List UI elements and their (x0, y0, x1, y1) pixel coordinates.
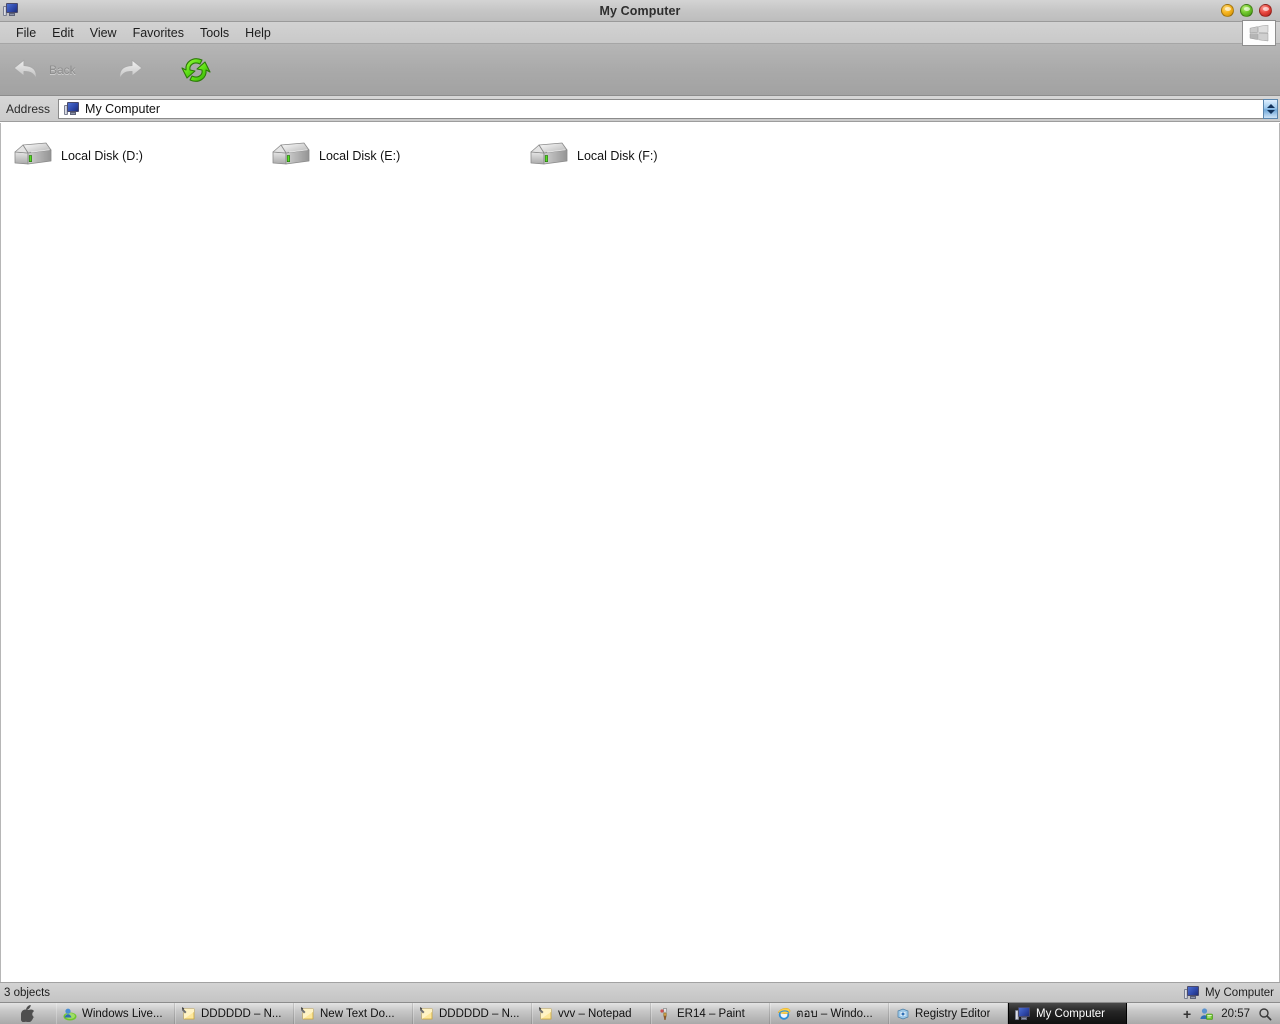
hard-disk-icon (530, 142, 568, 165)
task-button-my-computer[interactable]: My Computer (1008, 1003, 1127, 1024)
apple-logo-icon (20, 1005, 34, 1022)
task-button-registry-editor[interactable]: Registry Editor (889, 1003, 1008, 1024)
address-input[interactable]: My Computer (58, 98, 1278, 119)
notepad-icon (420, 1006, 433, 1019)
taskbar: Windows Live... DDDDDD – N... New Text D… (0, 1002, 1280, 1024)
task-button-vvv-notepad[interactable]: vvv – Notepad (532, 1003, 651, 1024)
windows-live-messenger-icon (63, 1008, 77, 1020)
plus-icon[interactable]: + (1183, 1007, 1191, 1021)
my-computer-window: My Computer File Edit View Favorites Too… (0, 0, 1280, 1024)
task-label: DDDDDD – N... (439, 1007, 520, 1020)
address-label: Address (6, 101, 51, 116)
title-bar: My Computer (0, 0, 1280, 22)
hard-disk-icon (14, 142, 52, 165)
drive-icon-grid: Local Disk (D:) Local Disk (E:) Local Di… (1, 123, 1279, 175)
drive-item-d[interactable]: Local Disk (D:) (9, 137, 267, 175)
my-computer-icon (3, 2, 21, 20)
drive-item-f[interactable]: Local Disk (F:) (525, 137, 783, 175)
status-location: My Computer (1183, 985, 1274, 1000)
close-button[interactable] (1259, 4, 1272, 17)
task-button-windows-live[interactable]: Windows Live... (56, 1003, 175, 1024)
windows-flag-icon (1249, 24, 1269, 41)
object-count-label: 3 objects (4, 986, 51, 999)
task-label: DDDDDD – N... (201, 1007, 282, 1020)
menu-help[interactable]: Help (237, 24, 279, 42)
my-computer-icon (1183, 985, 1200, 1000)
task-button-internet-explorer[interactable]: ตอบ – Windo... (770, 1003, 889, 1024)
back-button[interactable]: Back (4, 48, 82, 92)
my-computer-icon (64, 101, 80, 116)
task-button-notepad-2[interactable]: DDDDDD – N... (413, 1003, 532, 1024)
hard-disk-icon (272, 142, 310, 165)
task-label: vvv – Notepad (558, 1007, 632, 1020)
stepper-up-icon (1266, 103, 1275, 108)
window-title: My Computer (599, 3, 681, 18)
refresh-sync-icon (181, 57, 211, 82)
stepper-down-icon (1266, 109, 1275, 114)
status-location-label: My Computer (1204, 986, 1274, 999)
file-list-area[interactable]: Local Disk (D:) Local Disk (E:) Local Di… (0, 123, 1280, 982)
status-bar: 3 objects My Computer (0, 982, 1280, 1002)
messenger-contact-icon[interactable] (1199, 1007, 1214, 1021)
task-label: New Text Do... (320, 1007, 395, 1020)
notepad-icon (539, 1006, 552, 1019)
forward-button[interactable] (106, 48, 152, 92)
system-tray: + 20:57 (1177, 1003, 1280, 1024)
drive-item-e[interactable]: Local Disk (E:) (267, 137, 525, 175)
task-button-notepad-1[interactable]: DDDDDD – N... (175, 1003, 294, 1024)
back-arrow-icon (13, 59, 37, 79)
maximize-button[interactable] (1240, 4, 1253, 17)
task-label: ER14 – Paint (677, 1007, 745, 1020)
address-bar: Address My Computer (0, 96, 1280, 122)
task-label: Windows Live... (82, 1007, 163, 1020)
task-label: ตอบ – Windo... (796, 1007, 873, 1020)
notepad-icon (182, 1006, 195, 1019)
windows-logo-button[interactable] (1242, 20, 1276, 46)
refresh-button[interactable] (174, 48, 218, 92)
address-value: My Computer (85, 101, 161, 116)
paint-icon (660, 1007, 667, 1020)
apple-logo-start-button[interactable] (0, 1003, 56, 1024)
minimize-button[interactable] (1221, 4, 1234, 17)
toolbar: Back (0, 44, 1280, 96)
menu-file[interactable]: File (8, 24, 44, 42)
forward-arrow-icon (118, 59, 143, 79)
menu-bar: File Edit View Favorites Tools Help (0, 20, 1280, 46)
drive-label: Local Disk (E:) (319, 149, 401, 163)
clock-label[interactable]: 20:57 (1221, 1008, 1250, 1020)
task-button-new-text-document[interactable]: New Text Do... (294, 1003, 413, 1024)
menu-view[interactable]: View (82, 24, 125, 42)
menu-edit[interactable]: Edit (44, 24, 82, 42)
notepad-icon (301, 1006, 314, 1019)
registry-editor-icon (897, 1008, 909, 1019)
my-computer-icon (1015, 1006, 1031, 1021)
menu-tools[interactable]: Tools (192, 24, 237, 42)
internet-explorer-icon (777, 1007, 791, 1020)
drive-label: Local Disk (F:) (577, 149, 658, 163)
window-controls (1221, 4, 1272, 17)
task-label: My Computer (1036, 1007, 1106, 1020)
taskbar-items: Windows Live... DDDDDD – N... New Text D… (56, 1003, 1177, 1024)
task-label: Registry Editor (915, 1007, 991, 1020)
address-stepper[interactable] (1263, 98, 1278, 119)
drive-label: Local Disk (D:) (61, 149, 143, 163)
menu-favorites[interactable]: Favorites (125, 24, 192, 42)
search-magnifier-icon[interactable] (1258, 1007, 1272, 1021)
task-button-paint[interactable]: ER14 – Paint (651, 1003, 770, 1024)
back-button-label: Back (49, 62, 76, 77)
